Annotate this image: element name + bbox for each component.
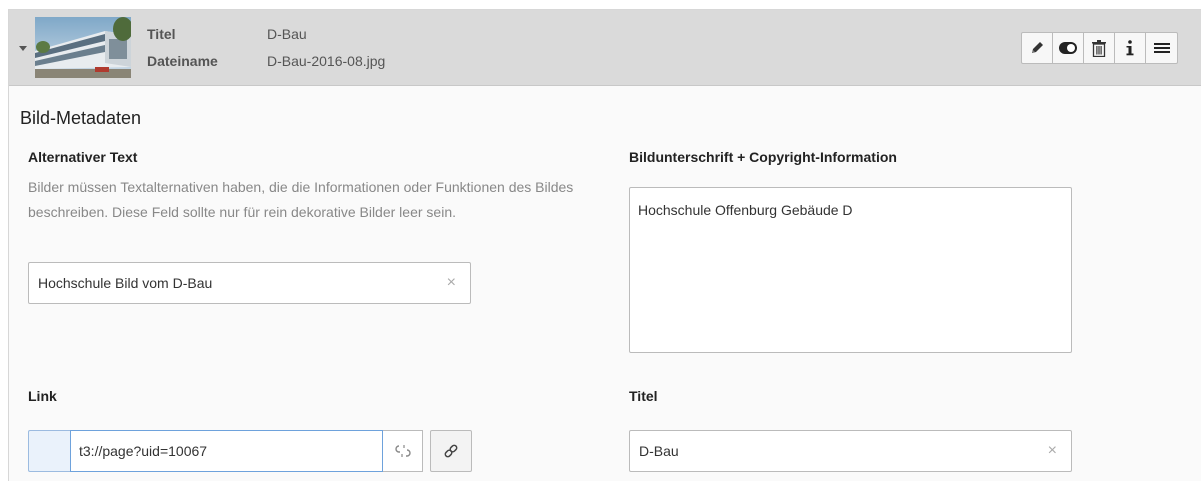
file-reference-header[interactable]: Titel D-Bau Dateiname D-Bau-2016-08.jpg	[9, 10, 1201, 86]
link-addon	[28, 430, 70, 472]
info-button[interactable]	[1115, 33, 1146, 63]
delete-button[interactable]	[1084, 33, 1115, 63]
edit-button[interactable]	[1022, 33, 1053, 63]
header-filename-label: Dateiname	[147, 53, 218, 69]
link-input[interactable]: t3://page?uid=10067	[70, 430, 383, 472]
caption-textarea[interactable]: Hochschule Offenburg Gebäude D	[629, 187, 1072, 353]
pencil-icon	[1032, 42, 1043, 53]
image-thumbnail[interactable]	[35, 17, 131, 78]
toggle-visibility-button[interactable]	[1053, 33, 1084, 63]
alt-text-value: Hochschule Bild vom D-Bau	[38, 275, 213, 291]
info-icon	[1126, 40, 1134, 56]
link-browser-button[interactable]	[430, 430, 472, 472]
unlink-icon	[394, 445, 411, 457]
link-unlink-button[interactable]	[383, 430, 423, 472]
building-photo-icon	[35, 17, 131, 78]
section-title: Bild-Metadaten	[20, 108, 142, 128]
clear-icon[interactable]: ×	[1048, 442, 1057, 460]
title-label: Titel	[629, 388, 658, 404]
clear-icon[interactable]: ×	[447, 274, 456, 292]
caption-value: Hochschule Offenburg Gebäude D	[638, 202, 853, 218]
header-title-value: D-Bau	[267, 26, 307, 42]
link-label: Link	[28, 388, 57, 404]
file-reference-panel: Titel D-Bau Dateiname D-Bau-2016-08.jpg	[8, 9, 1201, 481]
drag-handle-button[interactable]	[1146, 33, 1177, 63]
alt-text-input[interactable]: Hochschule Bild vom D-Bau ×	[28, 262, 471, 304]
chevron-down-icon[interactable]	[19, 46, 27, 51]
header-action-buttons	[1021, 32, 1178, 64]
drag-handle-icon	[1153, 43, 1170, 53]
alt-text-label: Alternativer Text	[28, 149, 138, 165]
caption-label: Bildunterschrift + Copyright-Information	[629, 149, 897, 165]
link-value: t3://page?uid=10067	[79, 443, 208, 459]
trash-icon	[1092, 39, 1106, 57]
header-filename-value: D-Bau-2016-08.jpg	[267, 53, 386, 69]
title-input[interactable]: D-Bau ×	[629, 430, 1072, 472]
alt-text-description: Bilder müssen Textalternativen haben, di…	[28, 179, 574, 220]
header-title-label: Titel	[147, 26, 176, 42]
toggle-icon	[1059, 42, 1077, 54]
title-value: D-Bau	[639, 443, 679, 459]
link-icon	[444, 444, 458, 458]
